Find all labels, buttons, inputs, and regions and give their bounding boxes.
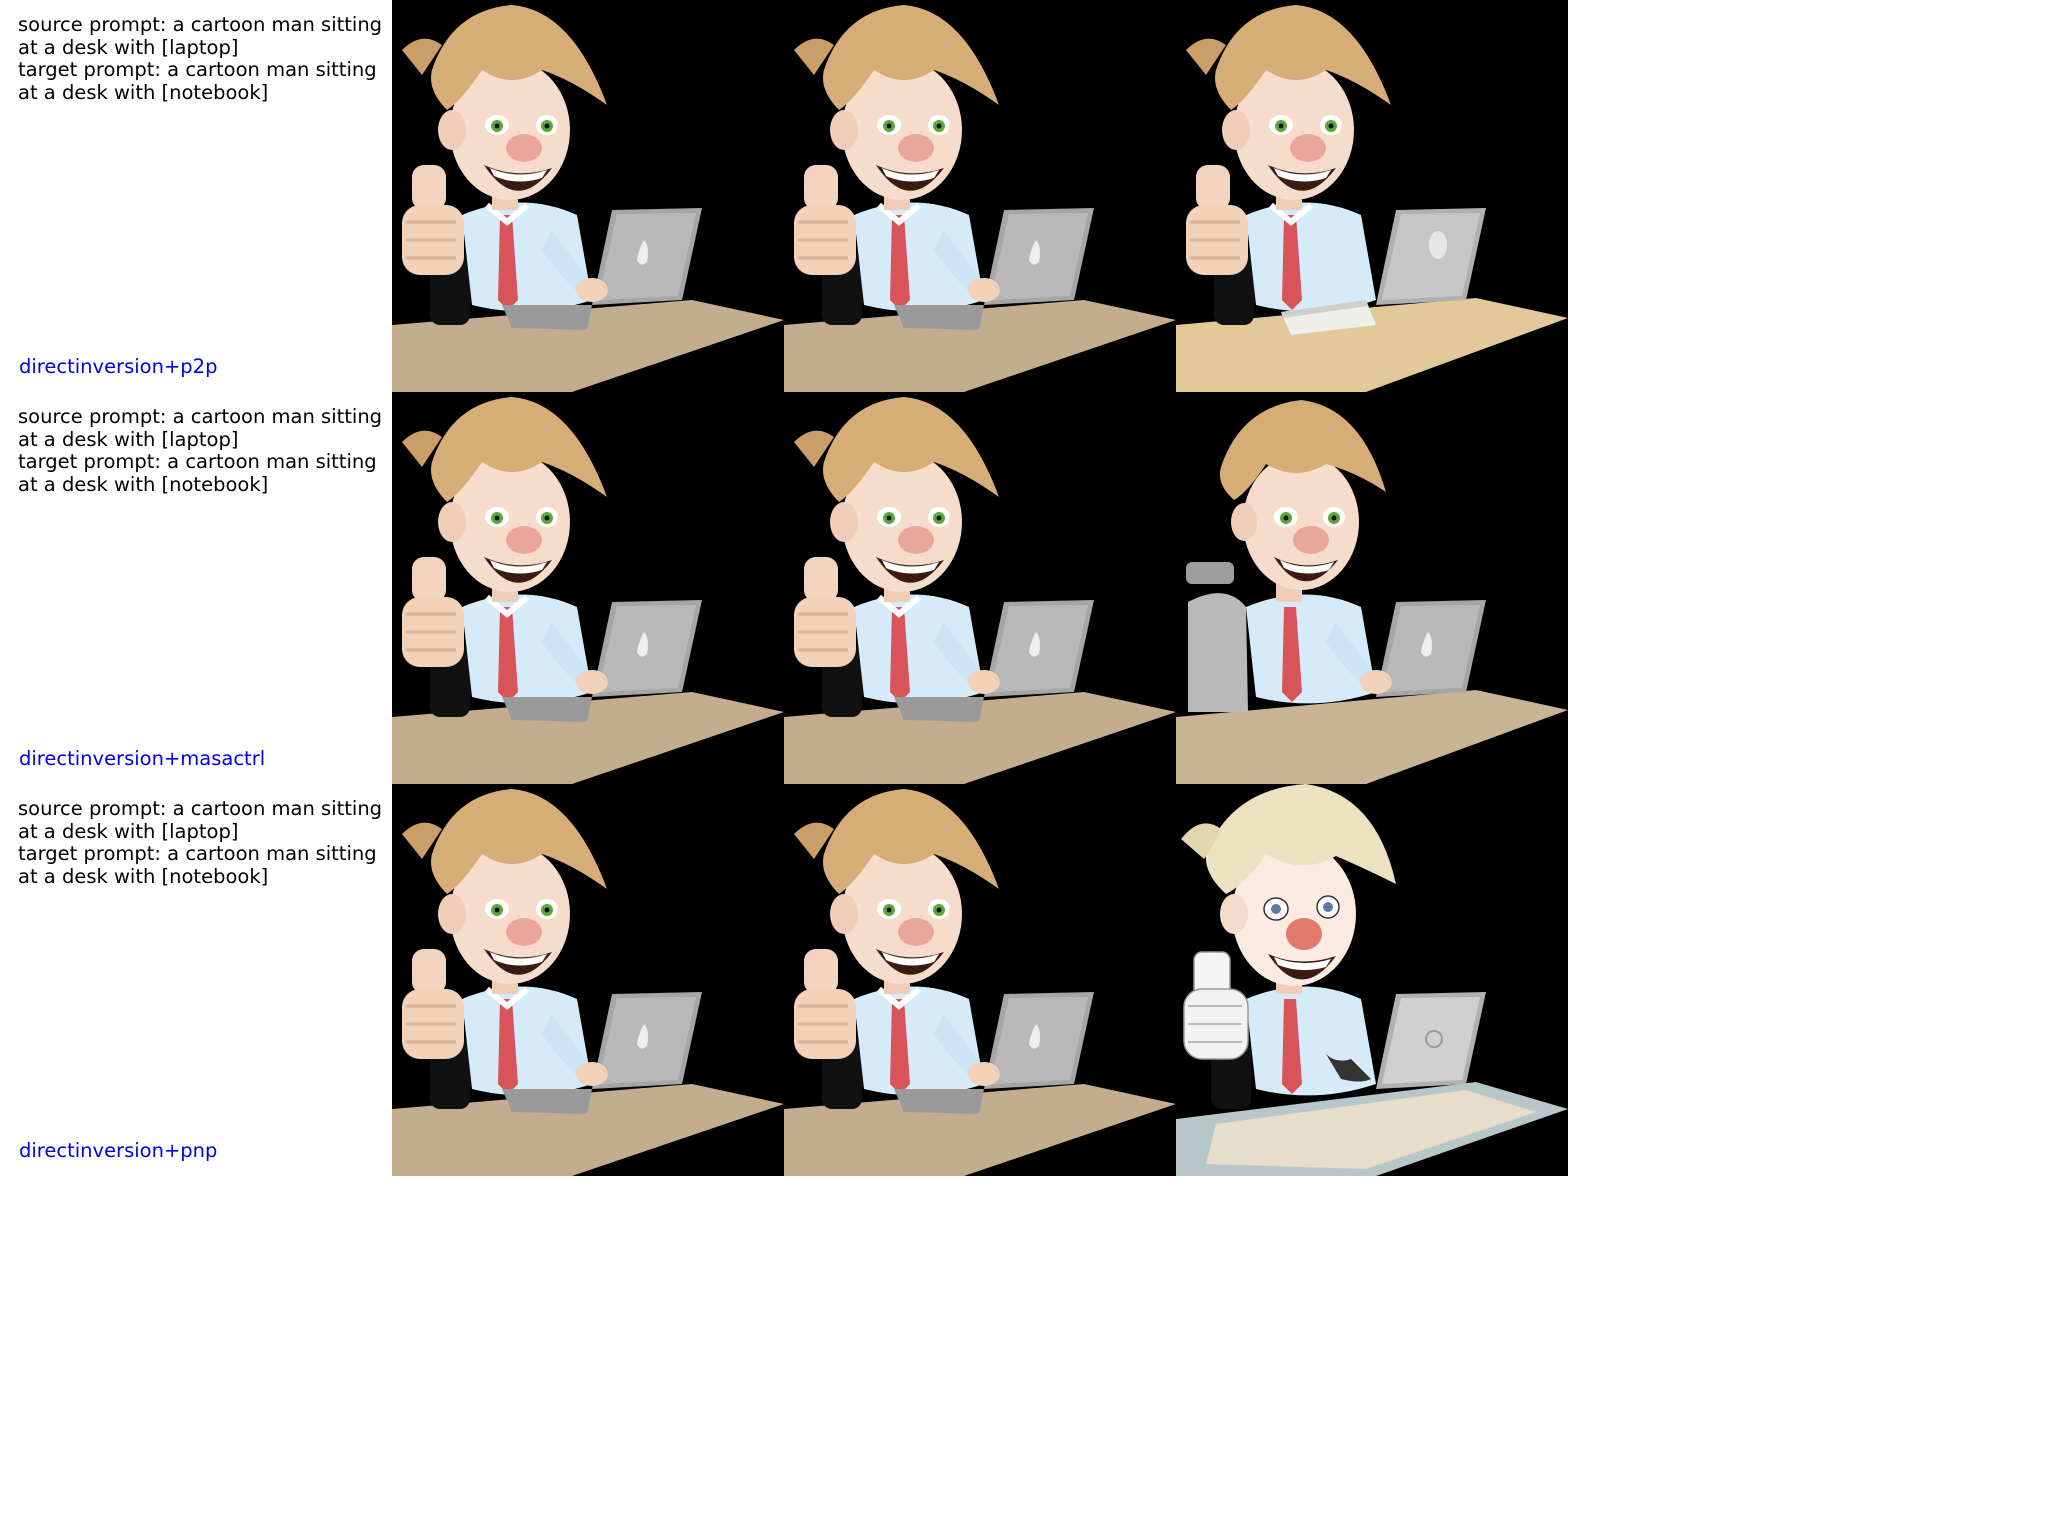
reconstruction-image xyxy=(784,784,1176,1176)
prompt-text: source prompt: a cartoon man sitting at … xyxy=(18,13,383,104)
comparison-row: source prompt: a cartoon man sitting at … xyxy=(0,784,1568,1176)
row-label-panel: source prompt: a cartoon man sitting at … xyxy=(0,784,392,1176)
reconstruction-image xyxy=(784,392,1176,784)
prompt-text: source prompt: a cartoon man sitting at … xyxy=(18,405,383,496)
row-label-panel: source prompt: a cartoon man sitting at … xyxy=(0,0,392,392)
reconstruction-image xyxy=(784,0,1176,392)
edited-image xyxy=(1176,784,1568,1176)
comparison-row: source prompt: a cartoon man sitting at … xyxy=(0,392,1568,784)
method-label: directinversion+masactrl xyxy=(19,747,266,770)
method-label: directinversion+p2p xyxy=(19,355,218,378)
source-image xyxy=(392,392,784,784)
source-image xyxy=(392,0,784,392)
edited-image xyxy=(1176,0,1568,392)
source-image xyxy=(392,784,784,1176)
prompt-text: source prompt: a cartoon man sitting at … xyxy=(18,797,383,888)
comparison-row: source prompt: a cartoon man sitting at … xyxy=(0,0,1568,392)
method-label: directinversion+pnp xyxy=(19,1139,218,1162)
edited-image xyxy=(1176,392,1568,784)
row-label-panel: source prompt: a cartoon man sitting at … xyxy=(0,392,392,784)
